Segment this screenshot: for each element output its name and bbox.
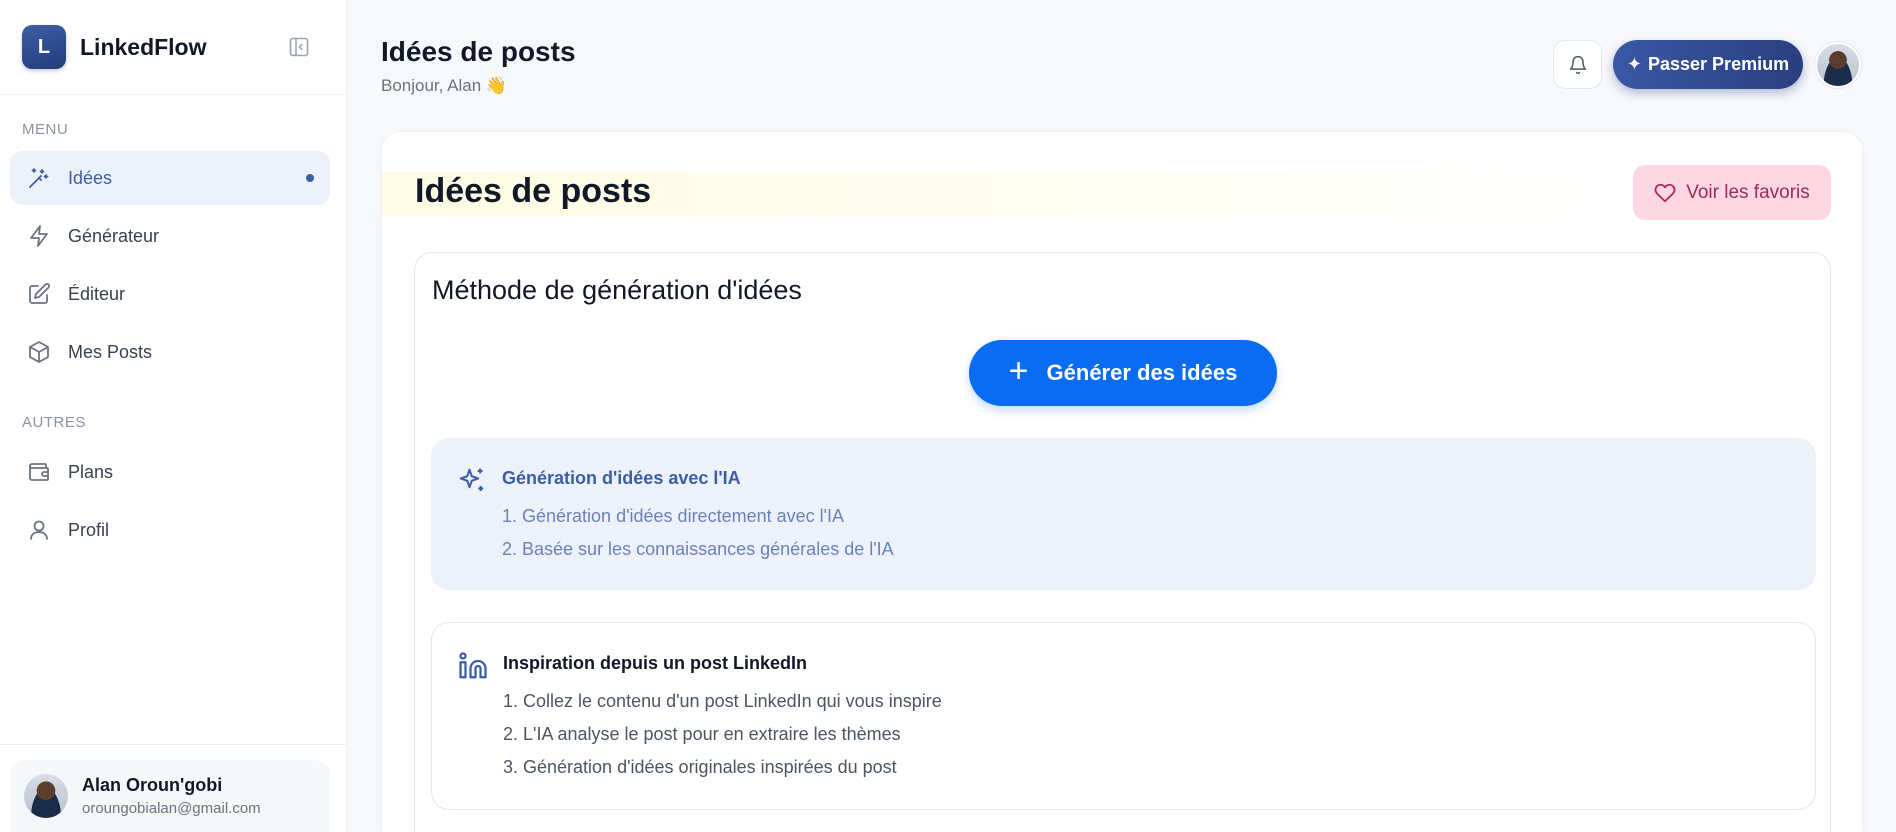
option-step: 1. Génération d'idées directement avec l… (502, 506, 845, 526)
sidebar-item-mes-posts[interactable]: Mes Posts (10, 325, 330, 379)
heart-icon (1654, 182, 1676, 204)
generate-ideas-button[interactable]: + Générer des idées (969, 340, 1277, 406)
generate-label: Générer des idées (1046, 360, 1238, 385)
greeting-text: Bonjour, Alan 👋 (381, 76, 508, 95)
autres-section-label: AUTRES (22, 414, 86, 431)
active-indicator-dot (306, 174, 314, 182)
sidebar-item-label: Idées (68, 167, 113, 188)
option-linkedin-inspiration[interactable]: Inspiration depuis un post LinkedIn 1. C… (431, 622, 1816, 810)
option-title: Inspiration depuis un post LinkedIn (503, 653, 808, 673)
brand-header: L LinkedFlow (0, 0, 346, 95)
notifications-button[interactable] (1553, 40, 1602, 89)
sidebar-item-label: Profil (68, 519, 110, 540)
magic-wand-icon (26, 165, 52, 191)
sidebar-item-label: Générateur (68, 225, 160, 246)
sidebar-item-idees[interactable]: Idées (10, 151, 330, 205)
view-favorites-button[interactable]: Voir les favoris (1633, 165, 1831, 220)
method-title: Méthode de génération d'idées (432, 275, 802, 305)
app-logo[interactable]: L (22, 25, 66, 69)
page-title: Idées de posts (381, 36, 576, 67)
sidebar-item-label: Mes Posts (68, 341, 153, 362)
sidebar-item-plans[interactable]: Plans (10, 445, 330, 499)
sidebar-item-profil[interactable]: Profil (10, 503, 330, 557)
app-name: LinkedFlow (80, 33, 207, 60)
user-email: oroungobialan@gmail.com (82, 800, 261, 817)
sparkle-icon: ✦ (1626, 54, 1642, 74)
ideas-card: Idées de posts Voir les favoris Méthode … (381, 131, 1863, 832)
linkedin-icon (458, 651, 488, 681)
premium-label: Passer Premium (1648, 54, 1790, 74)
user-icon (26, 517, 52, 543)
upgrade-premium-button[interactable]: ✦ Passer Premium (1613, 40, 1803, 89)
sidebar-item-editeur[interactable]: Éditeur (10, 267, 330, 321)
sidebar-item-generateur[interactable]: Générateur (10, 209, 330, 263)
card-title: Idées de posts (415, 172, 652, 210)
option-step: 2. L'IA analyse le post pour en extraire… (503, 724, 901, 744)
wallet-icon (26, 459, 52, 485)
sparkles-icon (457, 466, 487, 496)
avatar (24, 774, 68, 818)
generation-method-panel: Méthode de génération d'idées + Générer … (414, 252, 1831, 832)
sidebar: L LinkedFlow MENU Idées Générateur Édite… (0, 0, 347, 832)
user-name: Alan Oroun'gobi (82, 775, 223, 795)
lightning-icon (26, 223, 52, 249)
sidebar-divider (0, 744, 347, 745)
bell-icon (1569, 55, 1586, 74)
favorites-label: Voir les favoris (1686, 181, 1810, 203)
user-profile-card[interactable]: Alan Oroun'gobi oroungobialan@gmail.com (10, 760, 330, 832)
edit-icon (26, 281, 52, 307)
collapse-sidebar-button[interactable] (288, 36, 310, 58)
sidebar-collapse-icon (289, 37, 309, 57)
option-title: Génération d'idées avec l'IA (502, 468, 741, 488)
sidebar-item-label: Plans (68, 461, 114, 482)
plus-icon: + (1008, 352, 1029, 390)
option-step: 3. Génération d'idées originales inspiré… (503, 757, 897, 777)
sidebar-item-label: Éditeur (68, 283, 126, 304)
header-avatar[interactable] (1815, 42, 1861, 88)
option-ai-generation[interactable]: Génération d'idées avec l'IA 1. Générati… (431, 438, 1816, 590)
box-icon (26, 339, 52, 365)
option-step: 2. Basée sur les connaissances générales… (502, 539, 894, 559)
menu-section-label: MENU (22, 121, 69, 138)
option-step: 1. Collez le contenu d'un post LinkedIn … (503, 691, 942, 711)
